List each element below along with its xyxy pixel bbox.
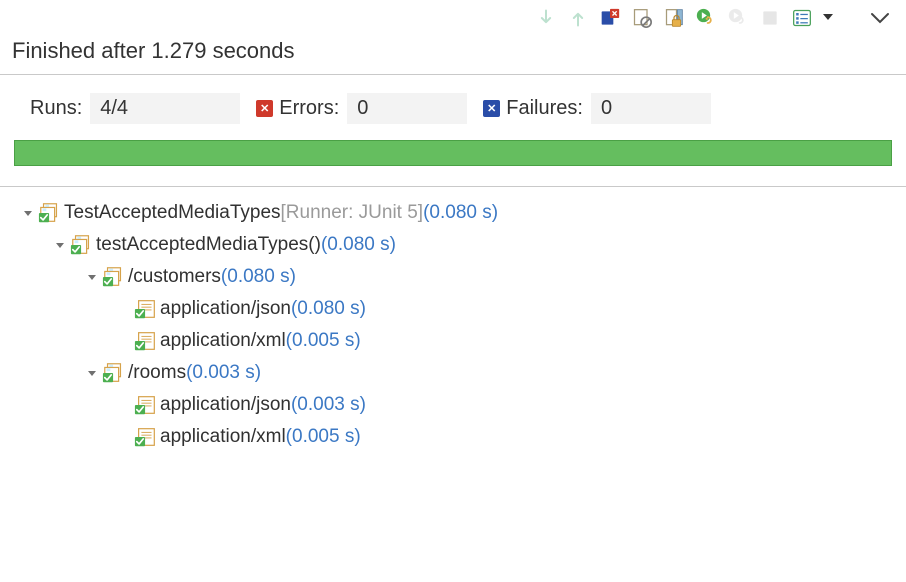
node-duration: (0.003 s) bbox=[186, 357, 261, 389]
progress-bar bbox=[14, 140, 892, 166]
node-duration: (0.080 s) bbox=[221, 261, 296, 293]
tree-node[interactable]: /rooms (0.003 s) bbox=[6, 357, 900, 389]
node-label: application/xml bbox=[160, 325, 286, 357]
tree-node[interactable]: application/json (0.003 s) bbox=[6, 389, 900, 421]
runs-value: 4/4 bbox=[90, 93, 240, 124]
view-menu-icon[interactable] bbox=[868, 6, 892, 30]
expand-toggle-icon[interactable] bbox=[82, 267, 102, 287]
node-duration: (0.003 s) bbox=[291, 389, 366, 421]
stop-icon bbox=[758, 6, 782, 30]
node-duration: (0.080 s) bbox=[291, 293, 366, 325]
expand-toggle-icon[interactable] bbox=[82, 363, 102, 383]
suite-pass-icon bbox=[70, 234, 94, 256]
test-pass-icon bbox=[134, 426, 158, 448]
node-label: application/json bbox=[160, 293, 291, 325]
next-failure-icon bbox=[534, 6, 558, 30]
node-label: /customers bbox=[128, 261, 221, 293]
failures-value: 0 bbox=[591, 93, 711, 124]
scroll-lock-icon[interactable] bbox=[630, 6, 654, 30]
node-suffix: [Runner: JUnit 5] bbox=[281, 197, 424, 229]
test-pass-icon bbox=[134, 394, 158, 416]
tree-node[interactable]: application/xml (0.005 s) bbox=[6, 421, 900, 453]
show-failures-icon[interactable] bbox=[598, 6, 622, 30]
node-label: testAcceptedMediaTypes() bbox=[96, 229, 321, 261]
rerun-test-icon[interactable] bbox=[694, 6, 718, 30]
junit-toolbar bbox=[0, 0, 906, 34]
rerun-failed-icon bbox=[726, 6, 750, 30]
node-duration: (0.005 s) bbox=[286, 421, 361, 453]
failures-label: Failures: bbox=[506, 97, 591, 120]
runs-label: Runs: bbox=[30, 97, 90, 120]
tree-node[interactable]: TestAcceptedMediaTypes [Runner: JUnit 5]… bbox=[6, 197, 900, 229]
node-label: application/xml bbox=[160, 421, 286, 453]
test-history-dropdown-icon[interactable] bbox=[822, 6, 834, 30]
tree-node[interactable]: application/json (0.080 s) bbox=[6, 293, 900, 325]
expand-toggle-icon[interactable] bbox=[50, 235, 70, 255]
test-tree[interactable]: TestAcceptedMediaTypes [Runner: JUnit 5]… bbox=[0, 187, 906, 463]
tree-node[interactable]: application/xml (0.005 s) bbox=[6, 325, 900, 357]
status-text: Finished after 1.279 seconds bbox=[12, 38, 295, 63]
prev-failure-icon bbox=[566, 6, 590, 30]
suite-pass-icon bbox=[102, 266, 126, 288]
node-label: TestAcceptedMediaTypes bbox=[64, 197, 281, 229]
node-duration: (0.080 s) bbox=[321, 229, 396, 261]
test-history-icon[interactable] bbox=[790, 6, 814, 30]
errors-label: Errors: bbox=[279, 97, 347, 120]
suite-pass-icon bbox=[102, 362, 126, 384]
error-icon bbox=[256, 100, 273, 117]
suite-pass-icon bbox=[38, 202, 62, 224]
errors-value: 0 bbox=[347, 93, 467, 124]
node-label: application/json bbox=[160, 389, 291, 421]
tree-node[interactable]: /customers (0.080 s) bbox=[6, 261, 900, 293]
counter-row: Runs: 4/4 Errors: 0 Failures: 0 bbox=[0, 75, 906, 132]
node-duration: (0.080 s) bbox=[423, 197, 498, 229]
lock-icon[interactable] bbox=[662, 6, 686, 30]
status-line: Finished after 1.279 seconds bbox=[0, 34, 906, 75]
node-duration: (0.005 s) bbox=[286, 325, 361, 357]
progress-wrap bbox=[0, 132, 906, 187]
test-pass-icon bbox=[134, 298, 158, 320]
failure-icon bbox=[483, 100, 500, 117]
node-label: /rooms bbox=[128, 357, 186, 389]
test-pass-icon bbox=[134, 330, 158, 352]
tree-node[interactable]: testAcceptedMediaTypes() (0.080 s) bbox=[6, 229, 900, 261]
expand-toggle-icon[interactable] bbox=[18, 203, 38, 223]
